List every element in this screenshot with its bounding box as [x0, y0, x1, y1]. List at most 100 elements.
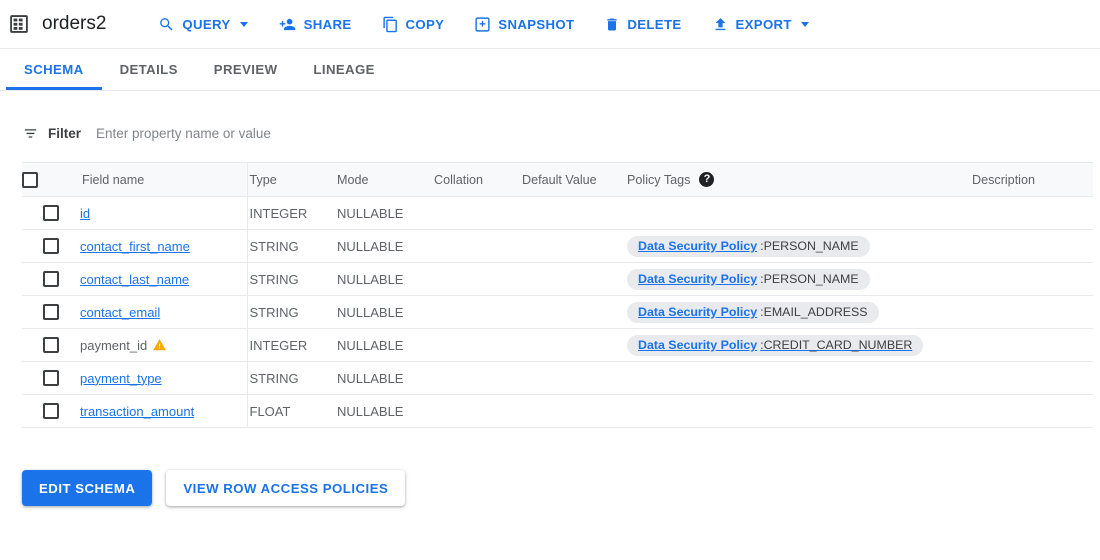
snapshot-button-label: SNAPSHOT: [498, 16, 575, 32]
mode-cell: NULLABLE: [335, 196, 432, 230]
policy-tag-name[interactable]: Data Security Policy: [638, 338, 757, 352]
field-name-link[interactable]: transaction_amount: [80, 404, 194, 419]
type-cell-label: FLOAT: [249, 403, 291, 419]
default-value-cell: [520, 196, 627, 230]
share-button[interactable]: SHARE: [270, 7, 360, 41]
field-name-link[interactable]: contact_first_name: [80, 239, 190, 254]
default-value-cell: [520, 295, 627, 329]
warning-icon[interactable]: [152, 338, 167, 352]
view-row-access-policies-button[interactable]: VIEW ROW ACCESS POLICIES: [166, 470, 406, 506]
mode-cell-label: NULLABLE: [337, 304, 404, 320]
upload-icon: [712, 16, 729, 33]
type-cell-label: STRING: [249, 271, 299, 287]
tab-preview[interactable]: PREVIEW: [196, 49, 296, 90]
tab-lineage[interactable]: LINEAGE: [295, 49, 392, 90]
mode-cell-label: NULLABLE: [337, 271, 404, 287]
policy-tags-cell: Data Security Policy : CREDIT_CARD_NUMBE…: [627, 328, 972, 362]
default-value-cell: [520, 361, 627, 395]
policy-tag-value: CREDIT_CARD_NUMBER: [763, 338, 913, 352]
type-cell-label: STRING: [249, 370, 299, 386]
type-cell-label: INTEGER: [249, 337, 308, 353]
policy-tag-chip[interactable]: Data Security Policy : CREDIT_CARD_NUMBE…: [627, 334, 924, 356]
column-header-description-label: Description: [972, 172, 1035, 187]
chevron-down-icon: [239, 21, 248, 27]
export-button-label: EXPORT: [735, 16, 792, 32]
policy-tag-name[interactable]: Data Security Policy: [638, 239, 757, 253]
select-all-checkbox[interactable]: [22, 171, 38, 188]
row-checkbox[interactable]: [43, 370, 59, 387]
description-cell: [972, 295, 1093, 329]
row-checkbox[interactable]: [43, 304, 59, 321]
column-header-description: Description: [972, 162, 1093, 197]
field-name-cell: id: [80, 196, 248, 230]
column-header-mode-label: Mode: [337, 172, 369, 187]
help-icon[interactable]: ?: [699, 172, 715, 187]
mode-cell: NULLABLE: [335, 262, 432, 296]
default-value-cell-label: [520, 404, 522, 419]
row-checkbox[interactable]: [43, 238, 59, 255]
schema-table-head: Field name Type Mode Collation Default V…: [22, 162, 1093, 197]
policy-tags-cell: Data Security Policy : PERSON_NAME: [627, 229, 972, 263]
description-cell: [972, 196, 1093, 230]
description-cell: [972, 328, 1093, 362]
table-row: contact_first_name STRING NULLABLE Data Sec…: [22, 229, 1093, 263]
mode-cell-label: NULLABLE: [337, 370, 404, 386]
schema-table-container: Field name Type Mode Collation Default V…: [22, 162, 1093, 428]
share-button-label: SHARE: [303, 16, 352, 32]
snapshot-button[interactable]: SNAPSHOT: [466, 7, 582, 41]
row-checkbox[interactable]: [43, 205, 59, 222]
copy-button-label: COPY: [405, 16, 445, 32]
field-name-link[interactable]: payment_type: [80, 371, 162, 386]
policy-tag-chip[interactable]: Data Security Policy : EMAIL_ADDRESS: [627, 301, 879, 323]
filter-icon[interactable]: [22, 125, 39, 142]
policy-tag-name[interactable]: Data Security Policy: [638, 305, 757, 319]
tab-schema[interactable]: SCHEMA: [6, 49, 102, 90]
export-button[interactable]: EXPORT: [704, 7, 817, 41]
policy-tag-chip[interactable]: Data Security Policy : PERSON_NAME: [627, 235, 870, 257]
default-value-cell: [520, 262, 627, 296]
field-name-link[interactable]: contact_last_name: [80, 272, 189, 287]
delete-button-label: DELETE: [627, 16, 682, 32]
table-header-row: Field name Type Mode Collation Default V…: [22, 162, 1093, 197]
edit-schema-button[interactable]: EDIT SCHEMA: [22, 470, 153, 506]
page-title: orders2: [42, 13, 107, 34]
field-name-cell: payment_type: [80, 361, 248, 395]
table-row: contact_email STRING NULLABLE Data Security…: [22, 295, 1093, 329]
row-select-cell: [22, 328, 80, 362]
table-row: id INTEGER NULLABLE: [22, 196, 1093, 230]
default-value-cell-label: [520, 371, 522, 386]
field-name-link[interactable]: contact_email: [80, 305, 160, 320]
field-name-text: payment_id: [80, 338, 167, 353]
type-cell: INTEGER: [247, 328, 335, 362]
collation-cell-label: [432, 305, 434, 320]
copy-button[interactable]: COPY: [374, 7, 453, 41]
row-checkbox[interactable]: [43, 271, 59, 288]
field-name-cell: payment_id: [80, 328, 248, 362]
row-select-cell: [22, 394, 80, 428]
type-cell: STRING: [247, 361, 335, 395]
table-row: payment_type STRING NULLABLE: [22, 361, 1093, 395]
collation-cell: [432, 394, 520, 428]
schema-table-body: id INTEGER NULLABLE contact_first_name STRIN…: [22, 196, 1093, 428]
type-cell-label: STRING: [249, 304, 299, 320]
row-select-cell: [22, 229, 80, 263]
field-name-link[interactable]: id: [80, 206, 90, 221]
collation-cell: [432, 196, 520, 230]
policy-tag-chip[interactable]: Data Security Policy : PERSON_NAME: [627, 268, 870, 290]
row-checkbox[interactable]: [43, 337, 59, 354]
tab-details[interactable]: DETAILS: [102, 49, 196, 90]
policy-tag-value: PERSON_NAME: [763, 272, 859, 286]
person-add-icon: [278, 16, 297, 33]
filter-input[interactable]: [96, 125, 517, 141]
query-button[interactable]: QUERY: [150, 7, 255, 41]
delete-button[interactable]: DELETE: [596, 7, 689, 41]
collation-cell-label: [432, 239, 434, 254]
policy-tag-name[interactable]: Data Security Policy: [638, 272, 757, 286]
column-header-policy-tags: Policy Tags ?: [627, 162, 972, 197]
column-header-type-label: Type: [249, 172, 277, 187]
description-cell: [972, 229, 1093, 263]
row-checkbox[interactable]: [43, 403, 59, 420]
field-name-cell: contact_last_name: [80, 262, 248, 296]
description-cell: [972, 262, 1093, 296]
column-header-policy-tags-label: Policy Tags: [627, 172, 691, 187]
